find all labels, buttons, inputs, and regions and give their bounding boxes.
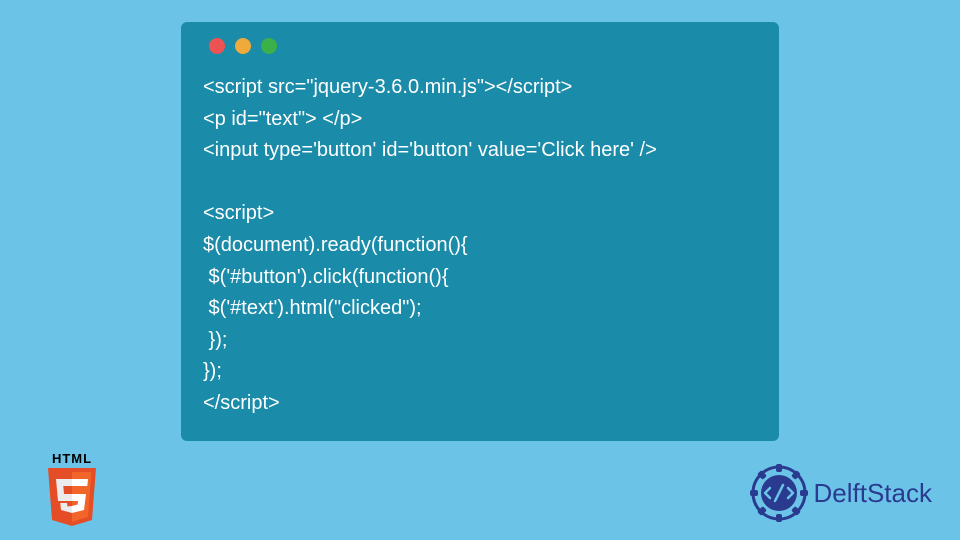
html5-shield-icon <box>44 468 100 528</box>
minimize-icon <box>235 38 251 54</box>
delftstack-gear-icon <box>750 464 808 522</box>
delftstack-text: DelftStack <box>814 478 933 509</box>
delftstack-logo: DelftStack <box>750 464 933 522</box>
maximize-icon <box>261 38 277 54</box>
html5-badge: HTML <box>40 451 104 528</box>
code-window: <script src="jquery-3.6.0.min.js"></scri… <box>181 22 779 441</box>
traffic-lights <box>209 38 757 54</box>
code-content: <script src="jquery-3.6.0.min.js"></scri… <box>203 72 757 420</box>
html5-label: HTML <box>40 451 104 466</box>
close-icon <box>209 38 225 54</box>
